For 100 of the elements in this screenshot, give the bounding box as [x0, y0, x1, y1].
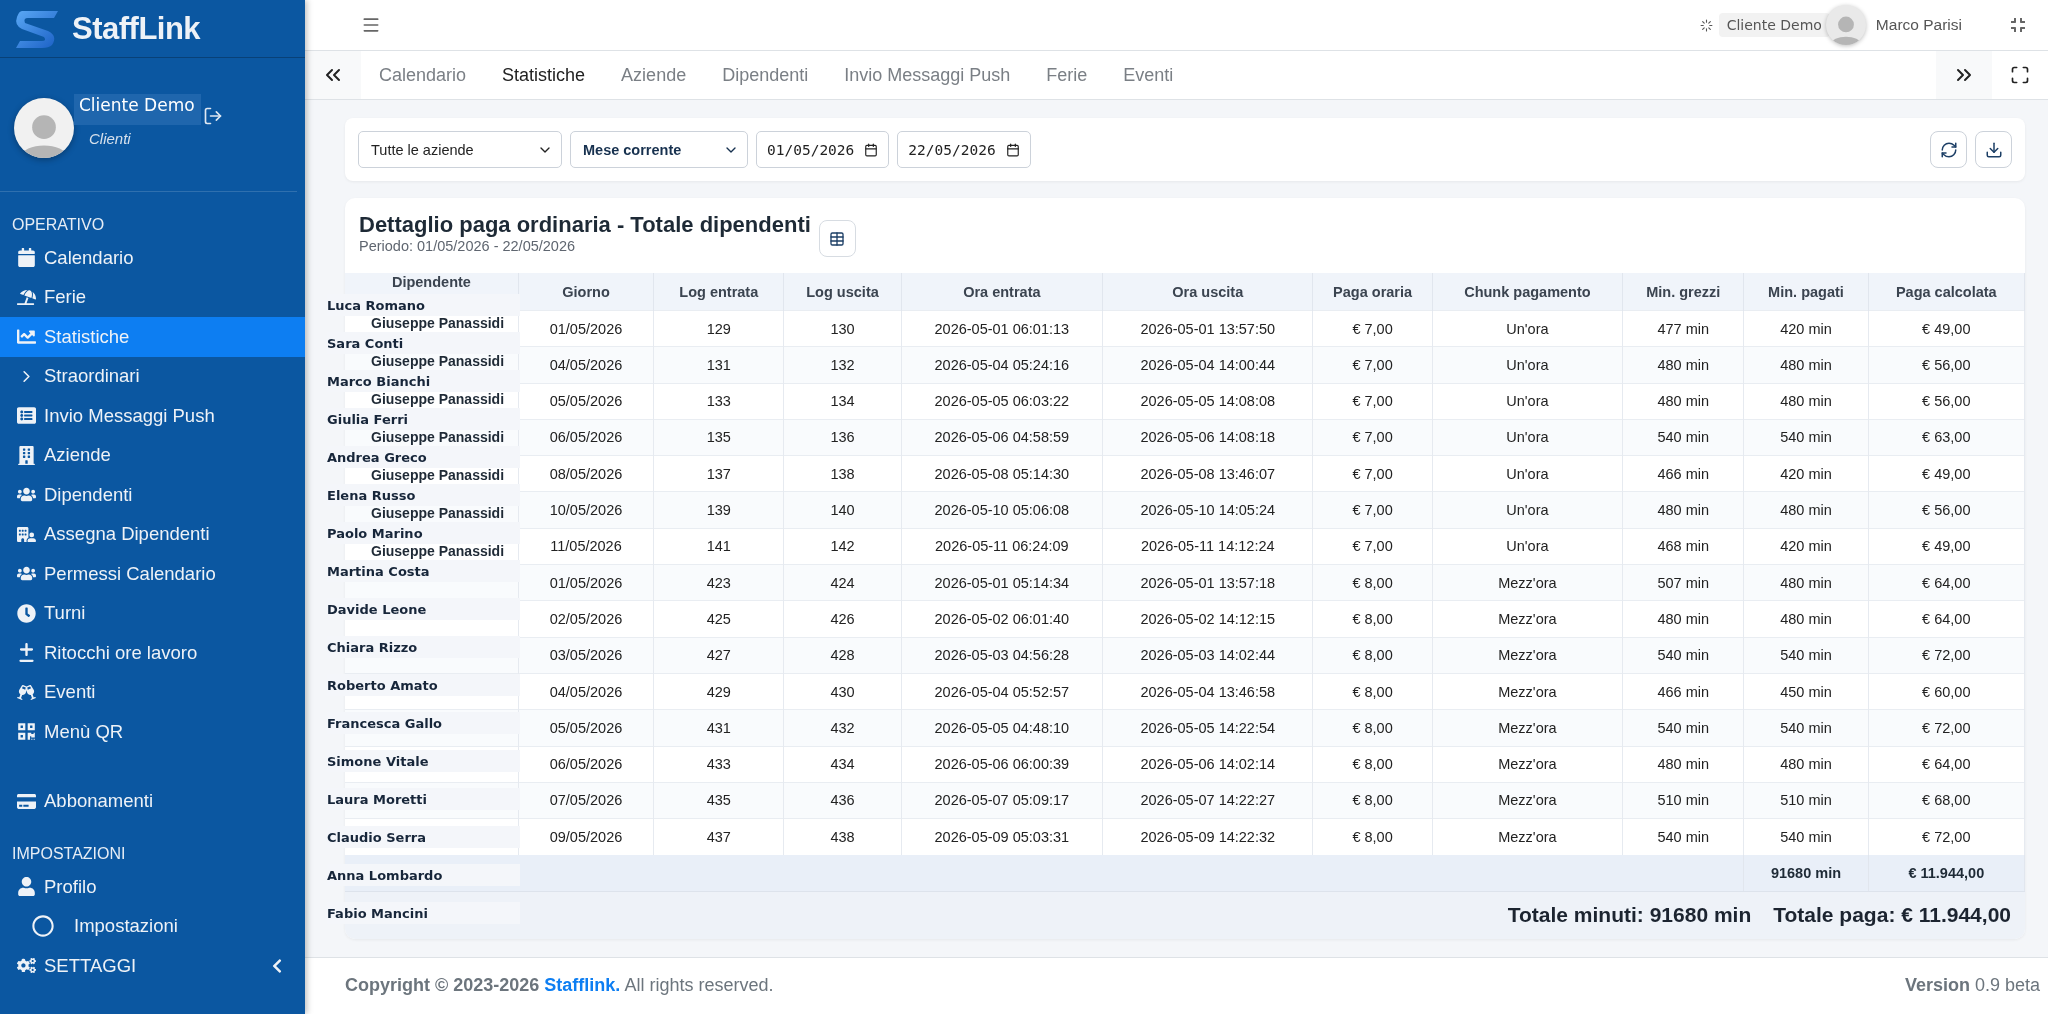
calendar-icon: [864, 142, 879, 157]
logout-icon[interactable]: [202, 106, 223, 126]
table-cell: 2026-05-01 06:01:13: [901, 310, 1103, 347]
table-cell: € 63,00: [1868, 419, 2025, 456]
table-cell: 2026-05-01 05:14:34: [901, 564, 1103, 601]
date-field[interactable]: 01/05/2026: [756, 131, 890, 169]
section-title: OPERATIVO: [11, 215, 106, 235]
sidebar-item[interactable]: Profilo: [0, 867, 305, 907]
download-button[interactable]: [1975, 131, 2012, 169]
table-cell: 426: [783, 600, 902, 638]
profile-name: Cliente Demo: [74, 94, 201, 125]
table-cell: 466 min: [1622, 673, 1744, 710]
table-icon: [829, 230, 846, 247]
table-cell: Mezz'ora: [1432, 673, 1623, 710]
table-cell: 432: [783, 709, 902, 746]
table-cell: 2026-05-04 05:24:16: [901, 346, 1103, 384]
scroll-right-button[interactable]: [1936, 51, 1992, 100]
table-cell: € 7,00: [1313, 455, 1433, 492]
table-cell: 480 min: [1622, 600, 1744, 638]
table-cell: 434: [783, 746, 902, 783]
sidebar-item[interactable]: Ferie: [0, 277, 305, 317]
tab[interactable]: Aziende: [603, 51, 705, 100]
sidebar-item[interactable]: Impostazioni: [0, 906, 305, 946]
sidebar-item[interactable]: Statistiche: [0, 317, 305, 357]
column-header: Log entrata: [653, 273, 784, 311]
table-cell: 2026-05-02 06:01:40: [901, 600, 1103, 638]
table-cell: € 56,00: [1868, 346, 2025, 384]
table-cell: 2026-05-01 13:57:50: [1102, 310, 1313, 347]
table-cell: 420 min: [1743, 528, 1869, 565]
table-cell: Un'ora: [1432, 346, 1623, 384]
sidebar-item[interactable]: Aziende: [0, 435, 305, 475]
sidebar-item[interactable]: SETTAGGI: [0, 946, 305, 986]
table-cell: 423: [653, 564, 784, 601]
table-cell: € 68,00: [1868, 782, 2025, 819]
table-cell: € 7,00: [1313, 383, 1433, 420]
company-select[interactable]: Tutte le aziende: [358, 131, 562, 169]
summary-total: Totale minuti: 91680 min: [1507, 903, 1752, 928]
table-cell: 480 min: [1743, 346, 1869, 384]
tab[interactable]: Dipendenti: [704, 51, 827, 100]
table-cell: 2026-05-04 05:52:57: [901, 673, 1103, 710]
total-minutes-cell: 91680 min: [1743, 854, 1869, 891]
table-cell: 2026-05-11 06:24:09: [901, 528, 1103, 565]
table-cell: 132: [783, 346, 902, 384]
sidebar-item[interactable]: Calendario: [0, 238, 305, 278]
period-select[interactable]: Mese corrente: [570, 131, 748, 169]
table-view-button[interactable]: [818, 220, 856, 258]
table-cell: 437: [653, 818, 784, 855]
table-cell: € 60,00: [1868, 673, 2025, 710]
employee-name-label: Roberto Amato: [327, 674, 520, 696]
table-cell: 134: [783, 383, 902, 420]
employee-name-label: Laura Moretti: [327, 788, 520, 810]
sidebar-item[interactable]: Assegna Dipendenti: [0, 514, 305, 554]
employee-name-label: Giulia Ferri: [327, 408, 520, 430]
table-cell: 2026-05-07 14:22:27: [1102, 782, 1313, 819]
date-field[interactable]: 22/05/2026: [897, 131, 1031, 169]
table-cell: Un'ora: [1432, 528, 1623, 565]
table-cell: 480 min: [1743, 383, 1869, 420]
table-cell: Mezz'ora: [1432, 782, 1623, 819]
sidebar-item[interactable]: Ritocchi ore lavoro: [0, 633, 305, 673]
sidebar-item[interactable]: Menù QR: [0, 712, 305, 752]
table-cell: € 7,00: [1313, 310, 1433, 347]
compress-icon[interactable]: [2010, 17, 2026, 34]
table-cell: € 56,00: [1868, 383, 2025, 420]
tab[interactable]: Calendario: [361, 51, 485, 100]
tab[interactable]: Invio Messaggi Push: [826, 51, 1029, 100]
tab[interactable]: Eventi: [1105, 51, 1192, 100]
scroll-left-button[interactable]: [305, 51, 361, 100]
table-cell: 540 min: [1743, 637, 1869, 674]
table-cell: € 49,00: [1868, 310, 2025, 347]
table-cell: 138: [783, 455, 902, 492]
sidebar-item[interactable]: Abbonamenti: [0, 781, 305, 821]
total-pay-cell: € 11.944,00: [1868, 854, 2025, 891]
column-header: Min. pagati: [1743, 273, 1869, 311]
table-cell: Mezz'ora: [1432, 600, 1623, 638]
table-cell: € 72,00: [1868, 818, 2025, 855]
refresh-button[interactable]: [1930, 131, 1967, 169]
sidebar-item[interactable]: Eventi: [0, 672, 305, 712]
sidebar-item[interactable]: Turni: [0, 593, 305, 633]
employee-name-label: Paolo Marino: [327, 522, 520, 544]
report-title: Dettaglio paga ordinaria - Totale dipendenti: [359, 212, 811, 239]
table-cell: 480 min: [1622, 346, 1744, 384]
stafflink-link[interactable]: Stafflink.: [544, 975, 621, 996]
employee-name-label: Chiara Rizzo: [327, 636, 520, 658]
sidebar-item[interactable]: Dipendenti: [0, 475, 305, 515]
user-name[interactable]: Marco Parisi: [1875, 16, 1962, 35]
employee-name-label: Luca Romano: [327, 294, 520, 316]
employee-name-label: Sara Conti: [327, 332, 520, 354]
table-cell: € 72,00: [1868, 709, 2025, 746]
table-cell: 2026-05-03 04:56:28: [901, 637, 1103, 674]
table-cell: 2026-05-11 14:12:24: [1102, 528, 1313, 565]
sidebar-item[interactable]: Straordinari: [0, 356, 305, 396]
sidebar-item[interactable]: Invio Messaggi Push: [0, 396, 305, 436]
table-cell: € 64,00: [1868, 564, 2025, 601]
copyright-text: Copyright © 2023-2026 Stafflink. All rights reserved.: [345, 975, 774, 997]
table-cell: 540 min: [1743, 419, 1869, 456]
table-cell: 480 min: [1622, 491, 1744, 529]
sidebar-item[interactable]: Permessi Calendario: [0, 554, 305, 594]
tab[interactable]: Statistiche: [484, 51, 604, 100]
tab[interactable]: Ferie: [1028, 51, 1106, 100]
user-icon: [17, 877, 36, 897]
